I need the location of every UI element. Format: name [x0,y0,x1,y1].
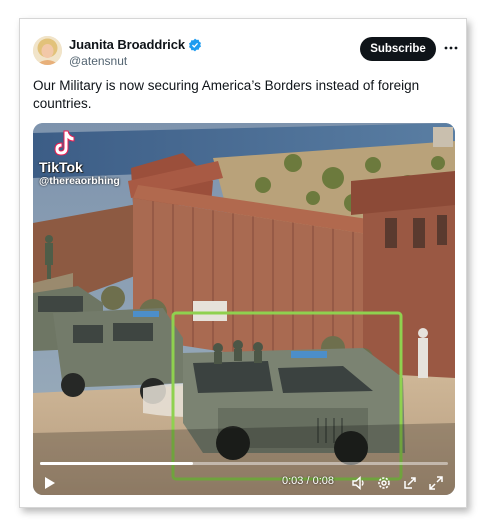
video-progress-fill [40,462,193,465]
video-player[interactable]: TikTok @thereaorbhing 0:03 / 0:08 [33,123,455,495]
tiktok-watermark-handle: @thereaorbhing [39,175,120,187]
author-name[interactable]: Juanita Broaddrick [69,37,185,52]
video-time: 0:03 / 0:08 [282,475,334,487]
tiktok-watermark-brand: TikTok [39,159,83,175]
avatar[interactable] [33,36,62,65]
volume-icon[interactable] [351,475,367,491]
author-handle[interactable]: @atensnut [69,54,127,68]
video-progress-bar[interactable] [40,462,448,465]
play-icon[interactable] [41,475,57,491]
tweet-card: Juanita Broaddrick @atensnut Subscribe O… [19,18,467,508]
verified-badge-icon [188,38,201,51]
subscribe-button[interactable]: Subscribe [360,37,436,61]
fullscreen-icon[interactable] [428,475,444,491]
post-text: Our Military is now securing America’s B… [33,78,420,111]
tiktok-logo-icon [54,130,75,156]
ellipsis-icon[interactable] [444,40,458,56]
popout-icon[interactable] [402,475,418,491]
author-row: Juanita Broaddrick [69,37,202,52]
settings-icon[interactable] [376,475,392,491]
